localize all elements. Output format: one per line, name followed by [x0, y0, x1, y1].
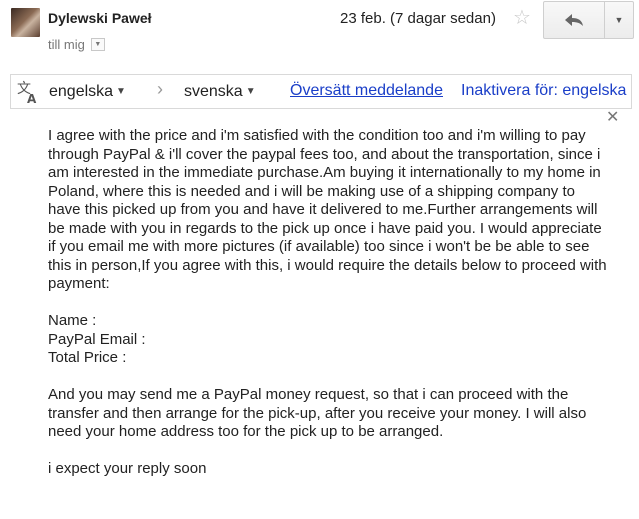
caret-down-icon: ▼	[116, 86, 126, 97]
reply-button-group: ▼	[543, 1, 634, 39]
chevron-down-icon: ▼	[614, 15, 624, 25]
message-paragraph: I agree with the price and i'm satisfied…	[48, 127, 607, 292]
recipient-line: till mig ▼	[48, 37, 105, 52]
translate-icon: 文 A	[17, 81, 37, 104]
recipient-label: till mig	[48, 37, 85, 52]
svg-text:A: A	[27, 92, 37, 104]
message-paragraph: And you may send me a PayPal money reque…	[48, 386, 587, 440]
sender-avatar[interactable]	[11, 8, 40, 37]
target-language-select[interactable]: svenska ▼	[184, 83, 256, 101]
name-field-label: Name :	[48, 312, 97, 329]
disable-translation-link[interactable]: Inaktivera för: engelska	[461, 82, 626, 100]
source-language-label: engelska	[49, 83, 114, 100]
source-language-select[interactable]: engelska ▼	[49, 83, 126, 101]
target-language-label: svenska	[184, 83, 243, 100]
close-icon[interactable]: ✕	[606, 107, 619, 127]
message-closing: i expect your reply soon	[48, 460, 207, 477]
details-dropdown-icon[interactable]: ▼	[90, 38, 105, 51]
translate-bar: 文 A engelska ▼ › svenska ▼ Översätt meddel…	[10, 74, 632, 109]
paypal-email-field-label: PayPal Email :	[48, 330, 146, 348]
sender-name[interactable]: Dylewski Paweł	[48, 10, 152, 26]
star-icon[interactable]: ☆	[513, 8, 531, 28]
message-date: 23 feb. (7 dagar sedan)	[340, 10, 496, 27]
message-body: I agree with the price and i'm satisfied…	[48, 127, 608, 479]
caret-down-icon: ▼	[245, 86, 256, 97]
reply-button[interactable]	[544, 2, 605, 38]
reply-arrow-icon	[565, 14, 583, 26]
translate-message-link[interactable]: Översätt meddelande	[290, 82, 443, 100]
more-actions-button[interactable]: ▼	[605, 2, 633, 38]
total-price-field-label: Total Price :	[48, 349, 127, 366]
chevron-right-icon: ›	[157, 79, 163, 99]
